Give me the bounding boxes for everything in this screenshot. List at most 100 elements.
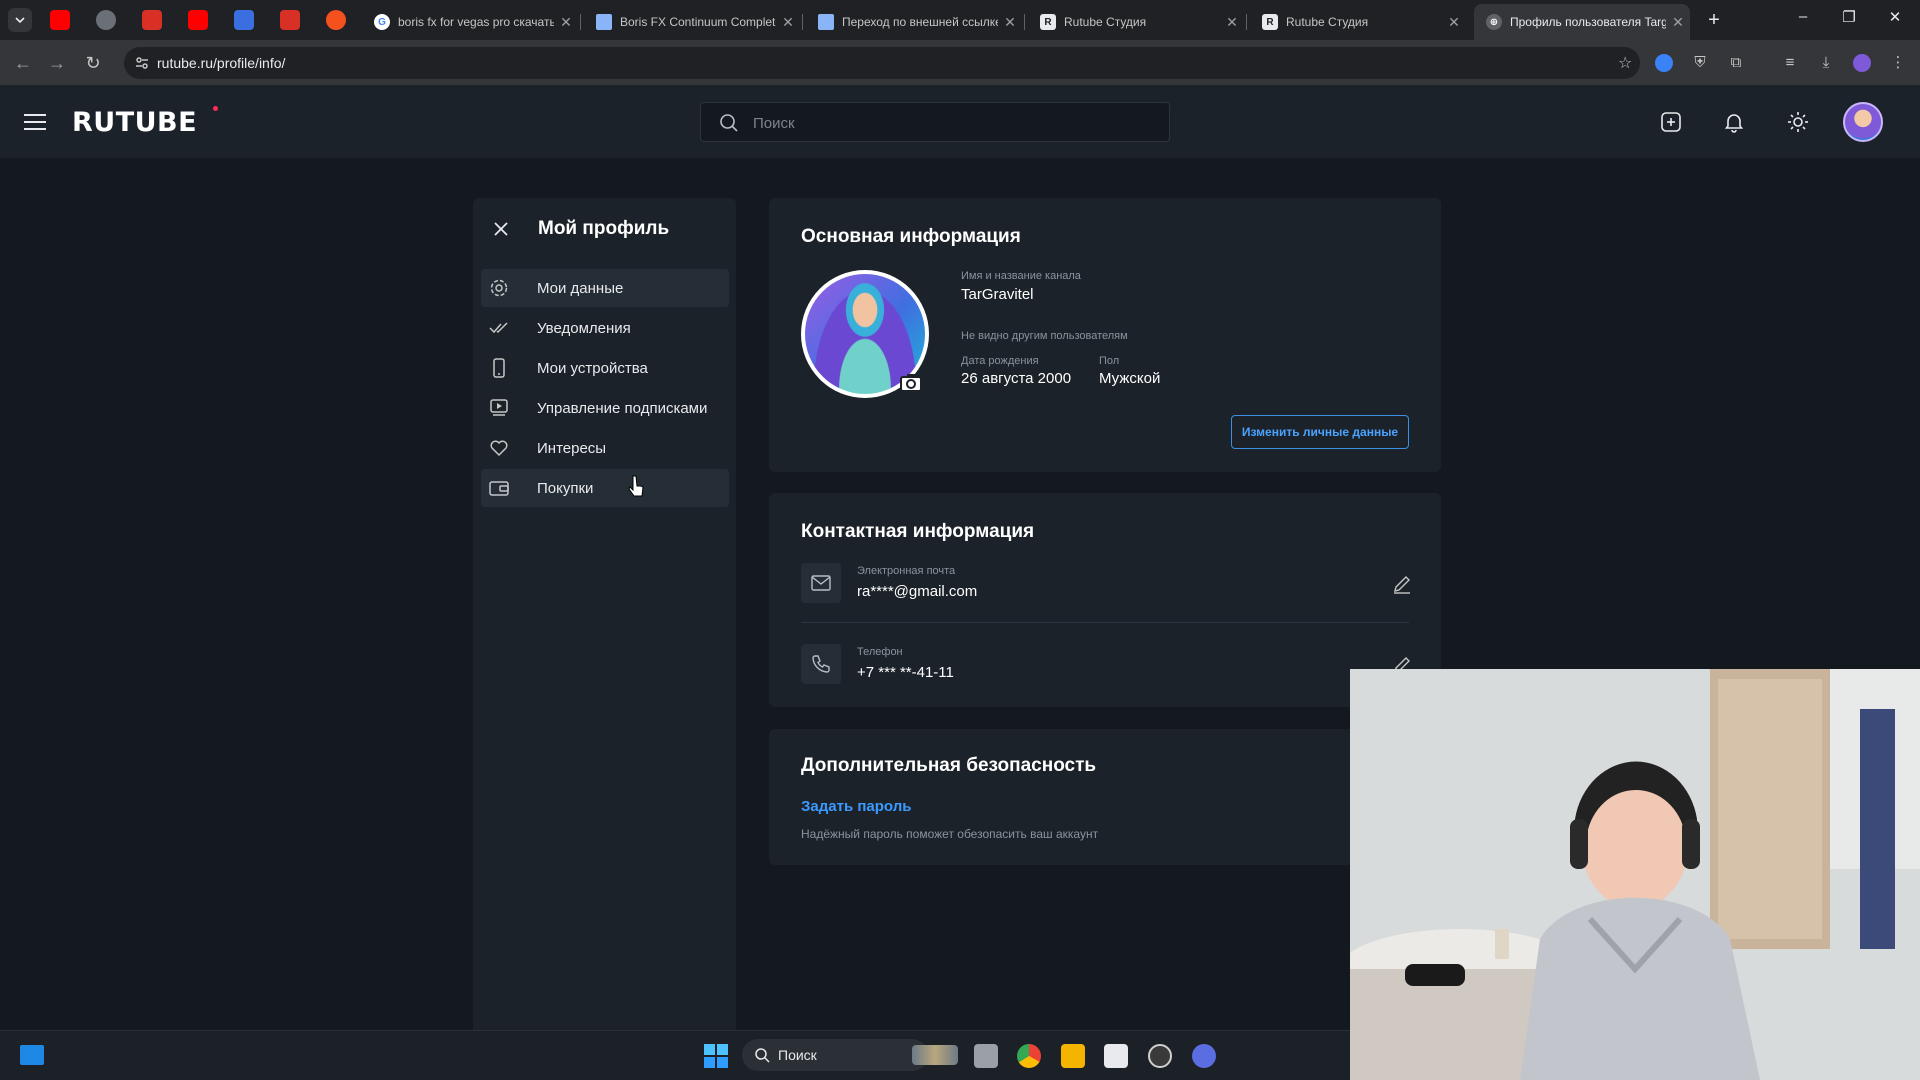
close-tab-icon[interactable]: ✕ — [776, 14, 800, 31]
user-avatar[interactable] — [1843, 102, 1883, 142]
basic-info-card: Основная информация Имя и название канал… — [769, 198, 1441, 472]
sidebar-item-label: Мои данные — [537, 280, 624, 297]
divider — [801, 622, 1409, 623]
channel-name: TarGravitel — [961, 286, 1034, 303]
webcam-overlay — [1350, 669, 1920, 1080]
browser-menu-icon[interactable]: ⋮ — [1888, 53, 1908, 73]
double-check-icon — [489, 322, 508, 334]
browser-tab-strip: G boris fx for vegas pro скачать ✕ Boris… — [0, 0, 1920, 40]
pinned-tab-icon[interactable] — [280, 10, 300, 30]
browser-tab[interactable]: Переход по внешней ссылке ✕ — [806, 4, 1022, 40]
edit-personal-data-button[interactable]: Изменить личные данные — [1231, 415, 1409, 449]
profile-avatar-icon[interactable] — [1852, 53, 1872, 73]
sidebar-item-label: Мои устройства — [537, 360, 648, 377]
document-icon — [818, 14, 834, 30]
webcam-video-image — [1350, 669, 1920, 1080]
windows-taskbar: Поиск — [0, 1030, 1350, 1080]
extension-icon[interactable] — [1654, 53, 1674, 73]
upload-video-icon[interactable] — [1659, 110, 1683, 134]
widgets-icon[interactable] — [20, 1045, 44, 1065]
name-caption: Имя и название канала — [961, 270, 1081, 282]
taskbar-search-label: Поиск — [778, 1047, 817, 1063]
media-controls-icon[interactable]: ≡ — [1780, 53, 1800, 73]
rutube-icon: R — [1262, 14, 1278, 30]
sidebar-item-purchases[interactable]: Покупки — [481, 469, 729, 507]
sidebar-item-interests[interactable]: Интересы — [481, 429, 729, 467]
address-bar[interactable]: rutube.ru/profile/info/ ☆ — [124, 47, 1640, 79]
file-explorer-icon[interactable] — [1061, 1044, 1085, 1068]
logo-dot — [213, 106, 218, 111]
back-button[interactable]: ← — [10, 50, 36, 76]
browser-tab-active[interactable]: ⊕ Профиль пользователя TargGravitel ✕ — [1474, 4, 1690, 40]
hamburger-menu-icon[interactable] — [24, 112, 48, 132]
gender-caption: Пол — [1099, 355, 1120, 367]
sidebar-item-subscriptions[interactable]: Управление подписками — [481, 389, 729, 427]
windows-start-icon[interactable] — [704, 1044, 728, 1068]
contact-info-card: Контактная информация Электронная почта … — [769, 493, 1441, 707]
password-hint: Надёжный пароль поможет обезопасить ваш … — [801, 827, 1099, 841]
taskbar-search[interactable]: Поиск — [742, 1039, 958, 1071]
camera-icon[interactable] — [894, 368, 928, 398]
obs-icon[interactable] — [1148, 1044, 1172, 1068]
download-icon[interactable]: ⤓ — [1816, 53, 1836, 73]
email-icon-box — [801, 563, 841, 603]
close-tab-icon[interactable]: ✕ — [1220, 14, 1244, 31]
sidebar-item-my-data[interactable]: Мои данные — [481, 269, 729, 307]
sidebar-item-label: Покупки — [537, 480, 594, 497]
search-highlight-image — [912, 1045, 958, 1065]
rutube-icon: R — [1040, 14, 1056, 30]
tab-title: Rutube Студия — [1064, 15, 1147, 29]
site-settings-icon[interactable] — [134, 55, 150, 71]
rutube-logo[interactable]: RUTUBE — [72, 107, 197, 138]
basic-info-title: Основная информация — [801, 226, 1021, 247]
restore-button[interactable]: ❐ — [1826, 8, 1872, 32]
search-input[interactable]: Поиск — [700, 102, 1170, 142]
close-tab-icon[interactable]: ✕ — [1666, 14, 1690, 31]
browser-tab[interactable]: R Rutube Студия ✕ — [1250, 4, 1466, 40]
close-icon[interactable] — [493, 221, 509, 237]
microsoft-store-icon[interactable] — [1104, 1044, 1128, 1068]
phone-icon — [493, 358, 505, 378]
birth-date: 26 августа 2000 — [961, 370, 1072, 387]
security-title: Дополнительная безопасность — [801, 755, 1097, 776]
theme-toggle-sun-icon[interactable] — [1786, 110, 1810, 134]
profile-sidebar: Мой профиль Мои данные Уведомления Мои у… — [473, 198, 736, 1030]
security-card: Дополнительная безопасность Задать парол… — [769, 729, 1441, 865]
minimize-button[interactable]: – — [1780, 8, 1826, 32]
google-icon: G — [374, 14, 390, 30]
browser-tab[interactable]: G boris fx for vegas pro скачать ✕ — [362, 4, 578, 40]
reload-button[interactable]: ↻ — [80, 50, 106, 76]
tab-separator — [1024, 14, 1025, 30]
wallet-icon — [489, 481, 509, 496]
pinned-tab-youtube-icon[interactable] — [188, 10, 208, 30]
close-window-button[interactable]: ✕ — [1872, 8, 1918, 32]
mail-icon — [811, 575, 831, 591]
pinned-tab-icon[interactable] — [142, 10, 162, 30]
sidebar-item-devices[interactable]: Мои устройства — [481, 349, 729, 387]
pinned-tab-youtube-icon[interactable] — [50, 10, 70, 30]
close-tab-icon[interactable]: ✕ — [554, 14, 578, 31]
new-tab-button[interactable]: + — [1702, 8, 1726, 32]
browser-tab[interactable]: R Rutube Студия ✕ — [1028, 4, 1244, 40]
extensions-puzzle-icon[interactable]: ⧉ — [1726, 53, 1746, 73]
task-view-icon[interactable] — [974, 1044, 998, 1068]
vegas-icon[interactable] — [1192, 1044, 1216, 1068]
close-tab-icon[interactable]: ✕ — [1442, 14, 1466, 31]
chrome-icon[interactable] — [1017, 1044, 1041, 1068]
tab-title: Переход по внешней ссылке — [842, 15, 998, 29]
bookmark-star-icon[interactable]: ☆ — [1618, 53, 1632, 73]
close-tab-icon[interactable]: ✕ — [998, 14, 1022, 31]
search-icon — [720, 114, 738, 132]
pinned-tab-icon[interactable] — [326, 10, 346, 30]
shield-extension-icon[interactable]: ⛨ — [1690, 53, 1710, 73]
notifications-bell-icon[interactable] — [1722, 110, 1746, 134]
email-value: ra****@gmail.com — [857, 583, 978, 600]
browser-tab[interactable]: Boris FX Continuum Complete ✕ — [584, 4, 800, 40]
forward-button[interactable]: → — [44, 50, 70, 76]
edit-email-pencil-icon[interactable] — [1392, 574, 1412, 594]
pinned-tab-icon[interactable] — [96, 10, 116, 30]
sidebar-item-notifications[interactable]: Уведомления — [481, 309, 729, 347]
set-password-link[interactable]: Задать пароль — [801, 798, 911, 815]
tab-search-icon[interactable] — [8, 8, 32, 32]
pinned-tab-icon[interactable] — [234, 10, 254, 30]
